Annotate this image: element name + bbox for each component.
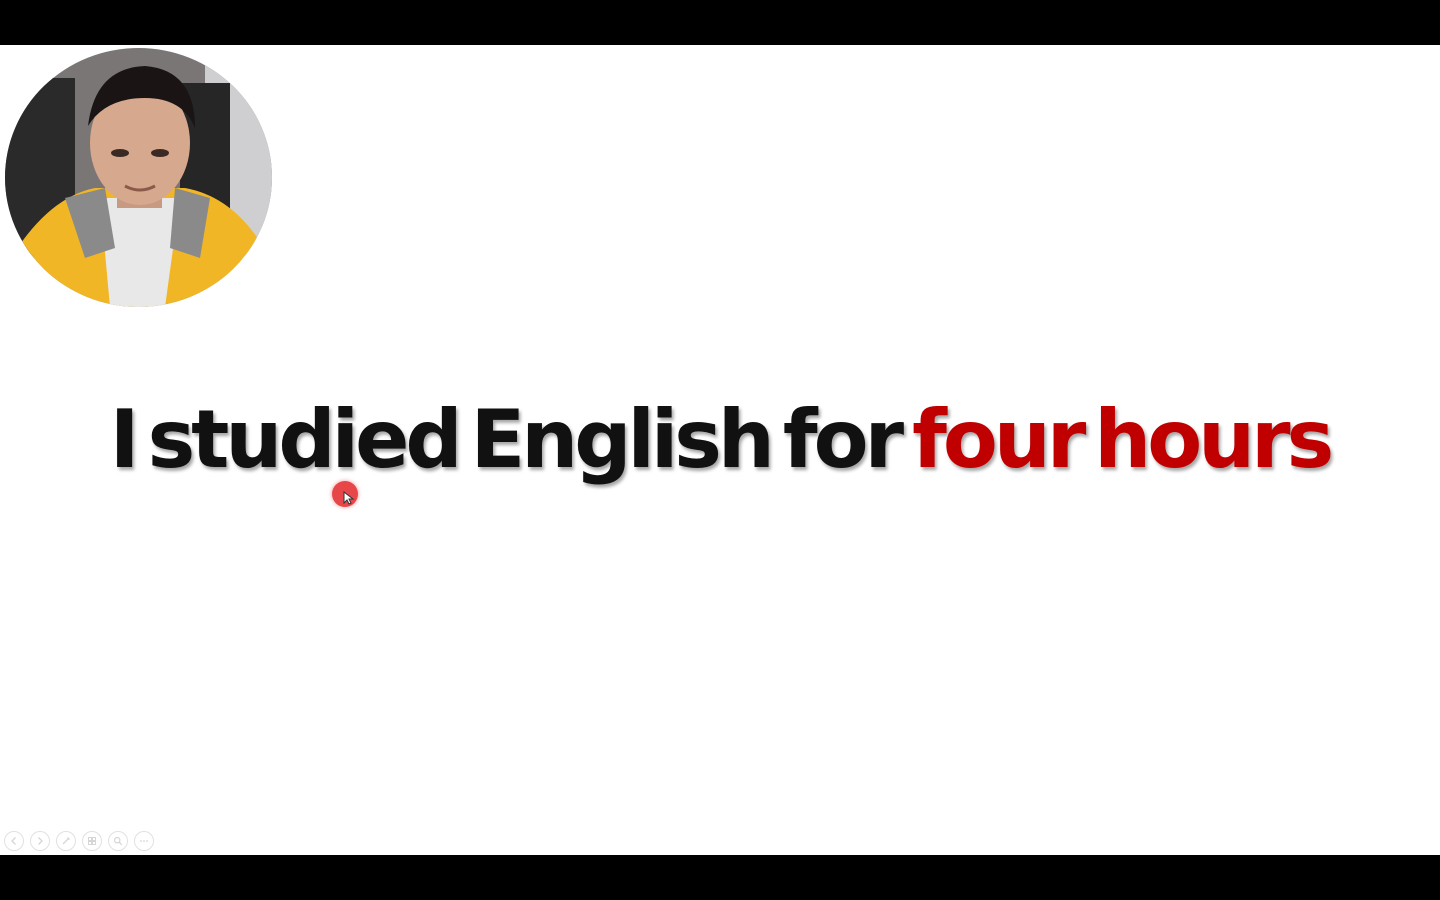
grid-icon (88, 837, 96, 845)
pen-tool-button[interactable] (56, 831, 76, 851)
arrow-left-icon (11, 837, 16, 845)
laser-pointer-icon (332, 481, 358, 507)
presenter-webcam (5, 48, 272, 307)
word-i: I (109, 393, 140, 486)
presentation-slide[interactable]: Istudied English for four hours (0, 45, 1440, 855)
screen: Istudied English for four hours (0, 0, 1440, 900)
ellipsis-icon (140, 840, 148, 842)
pen-icon (62, 837, 70, 845)
cursor-arrow-icon (343, 491, 355, 505)
arrow-right-icon (38, 837, 43, 845)
more-options-button[interactable] (134, 831, 154, 851)
word-english: English (470, 393, 775, 486)
zoom-button[interactable] (108, 831, 128, 851)
next-slide-button[interactable] (30, 831, 50, 851)
see-all-slides-button[interactable] (82, 831, 102, 851)
word-four-highlight: four (912, 393, 1086, 486)
slideshow-controls (4, 831, 154, 851)
slide-sentence: Istudied English for four hours (0, 390, 1440, 490)
word-studied: studied (147, 393, 463, 486)
word-hours-highlight: hours (1094, 393, 1334, 486)
previous-slide-button[interactable] (4, 831, 24, 851)
presenter-video-thumbnail (5, 48, 272, 307)
magnifier-icon (113, 836, 123, 846)
word-for: for (782, 393, 904, 486)
